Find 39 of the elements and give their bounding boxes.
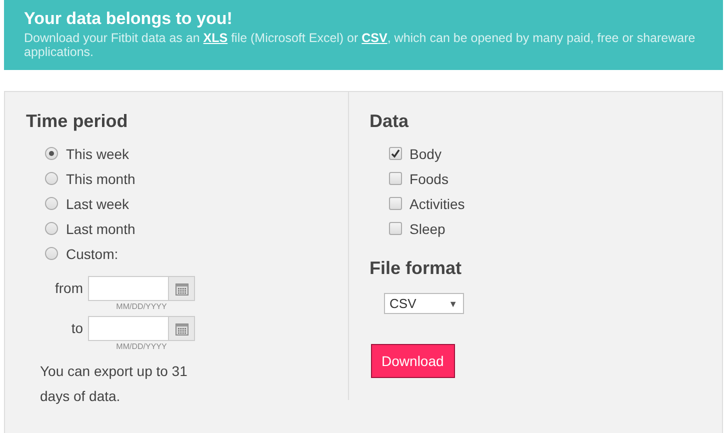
calendar-button[interactable] <box>168 277 194 300</box>
date-label: from <box>54 279 83 298</box>
option-label: This week <box>66 146 130 162</box>
radio-button[interactable] <box>45 247 58 260</box>
option-label: Activities <box>410 196 465 212</box>
section-heading: Data <box>370 110 410 132</box>
banner-title: Your data belongs to you! <box>24 9 234 29</box>
download-button[interactable]: Download <box>370 344 455 378</box>
option-label: Sleep <box>410 220 446 236</box>
date-field[interactable] <box>88 316 195 341</box>
radio-button[interactable] <box>45 197 58 210</box>
section-heading: Time period <box>26 110 129 132</box>
format-link[interactable]: CSV <box>362 31 388 45</box>
option-label: Last week <box>66 196 130 212</box>
radio-button[interactable] <box>45 222 58 235</box>
export-note: You can export up to 31 days of data. <box>40 362 188 406</box>
option-label: Body <box>410 146 442 162</box>
format-select[interactable]: CSV ▼ <box>384 293 464 314</box>
calendar-icon <box>174 322 188 336</box>
option-label: Custom: <box>66 246 118 262</box>
date-field[interactable] <box>88 276 195 301</box>
date-format-hint: MM/DD/YYYY <box>116 341 167 352</box>
radio-button[interactable] <box>45 172 58 185</box>
date-label: to <box>70 319 83 338</box>
checkbox[interactable] <box>388 172 402 185</box>
section-heading: File format <box>370 257 463 279</box>
calendar-icon <box>174 282 188 296</box>
date-format-hint: MM/DD/YYYY <box>116 301 167 312</box>
calendar-button[interactable] <box>168 317 194 340</box>
radio-button[interactable] <box>45 147 58 160</box>
banner-description: Download your Fitbit data as an XLS file (Microsoft Excel) or CSV, which can be opened by many paid, free or shareware applications. <box>24 31 696 59</box>
caret-icon: ▼ <box>448 298 458 308</box>
option-label: This month <box>66 170 136 186</box>
checkbox[interactable] <box>388 147 402 160</box>
option-label: Last month <box>66 220 136 236</box>
option-label: Foods <box>410 170 448 186</box>
checkbox[interactable] <box>388 222 402 235</box>
checkbox[interactable] <box>388 197 402 210</box>
format-link[interactable]: XLS <box>203 31 228 45</box>
